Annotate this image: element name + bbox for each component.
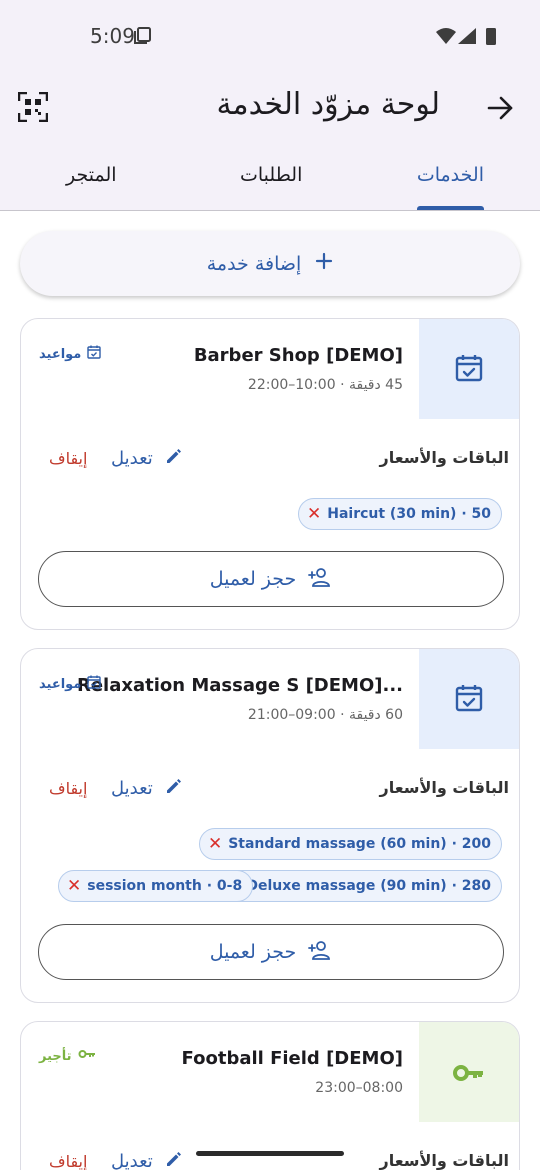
service-subtitle: 60 دقيقة · 09:00–21:00 bbox=[247, 707, 403, 723]
tab-store[interactable]: المتجر bbox=[66, 164, 117, 186]
package-chip-label: session month · 0-8 bbox=[87, 878, 243, 894]
service-subtitle: 08:00–23:00 bbox=[315, 1080, 403, 1096]
package-chip[interactable]: ✕ session month · 0-8 bbox=[58, 870, 254, 902]
book-for-client-button[interactable]: حجز لعميل bbox=[38, 551, 504, 607]
calendar-check-icon bbox=[455, 355, 483, 382]
key-icon bbox=[78, 1048, 96, 1064]
stop-button[interactable]: إيقاف bbox=[49, 1152, 87, 1170]
page-title: لوحة مزوّد الخدمة bbox=[216, 87, 440, 122]
back-arrow-icon[interactable] bbox=[486, 94, 514, 122]
pencil-icon bbox=[165, 447, 183, 470]
add-person-icon bbox=[308, 940, 332, 965]
wifi-icon bbox=[436, 28, 456, 44]
pencil-icon bbox=[165, 1150, 183, 1170]
service-type-label: مواعيد bbox=[39, 676, 82, 692]
service-type-icon-box bbox=[419, 649, 519, 749]
service-card: Football Field [DEMO] 08:00–23:00 تأجير … bbox=[20, 1021, 520, 1170]
book-label: حجز لعميل bbox=[209, 568, 297, 590]
package-chip[interactable]: ✕ Haircut (30 min) · 50 bbox=[297, 498, 502, 530]
status-time: 5:09 bbox=[90, 24, 135, 48]
edit-button[interactable]: تعديل bbox=[111, 1150, 183, 1170]
package-chip-label: Standard massage (60 min) · 200 bbox=[228, 836, 491, 852]
service-title: Relaxation Massage S [DEMO]... bbox=[76, 675, 403, 696]
edit-label: تعديل bbox=[111, 778, 153, 799]
status-icons bbox=[434, 26, 504, 52]
calendar-check-icon bbox=[455, 685, 483, 712]
service-type-tag: مواعيد bbox=[39, 675, 102, 693]
tab-bar: الخدمات الطلبات المتجر bbox=[0, 150, 540, 210]
packages-label: الباقات والأسعار bbox=[379, 778, 510, 797]
calendar-check-icon bbox=[87, 675, 102, 693]
tabs-divider bbox=[0, 210, 540, 211]
book-label: حجز لعميل bbox=[209, 941, 297, 963]
service-type-tag: تأجير bbox=[39, 1048, 96, 1064]
stop-button[interactable]: إيقاف bbox=[49, 449, 87, 468]
home-indicator[interactable] bbox=[196, 1151, 344, 1156]
calendar-check-icon bbox=[87, 345, 102, 363]
service-type-tag: مواعيد bbox=[39, 345, 102, 363]
stop-button[interactable]: إيقاف bbox=[49, 779, 87, 798]
remove-icon[interactable]: ✕ bbox=[208, 834, 222, 854]
qr-code-icon[interactable] bbox=[17, 91, 49, 123]
header-bar: لوحة مزوّد الخدمة bbox=[0, 72, 540, 144]
packages-label: الباقات والأسعار bbox=[379, 1151, 510, 1170]
edit-button[interactable]: تعديل bbox=[111, 777, 183, 800]
tab-services[interactable]: الخدمات bbox=[417, 164, 484, 186]
service-type-label: مواعيد bbox=[39, 346, 82, 362]
add-service-label: إضافة خدمة bbox=[206, 252, 302, 275]
signal-icon bbox=[458, 28, 476, 44]
edit-button[interactable]: تعديل bbox=[111, 447, 183, 470]
service-card: Barber Shop [DEMO] 45 دقيقة · 10:00–22:0… bbox=[20, 318, 520, 630]
tab-orders[interactable]: الطلبات bbox=[240, 164, 302, 186]
remove-icon[interactable]: ✕ bbox=[67, 876, 81, 896]
book-for-client-button[interactable]: حجز لعميل bbox=[38, 924, 504, 980]
edit-label: تعديل bbox=[111, 448, 153, 469]
edit-label: تعديل bbox=[111, 1151, 153, 1170]
plus-icon bbox=[315, 252, 333, 275]
screenshot-icon bbox=[134, 27, 152, 49]
service-title: Barber Shop [DEMO] bbox=[193, 345, 403, 366]
remove-icon[interactable]: ✕ bbox=[307, 504, 321, 524]
add-person-icon bbox=[308, 567, 332, 592]
package-chip[interactable]: ✕ Standard massage (60 min) · 200 bbox=[198, 828, 502, 860]
package-chip-label: Deluxe massage (90 min) · 280 bbox=[246, 878, 491, 894]
status-bar: 5:09 bbox=[0, 0, 540, 70]
package-chip-label: Haircut (30 min) · 50 bbox=[327, 506, 491, 522]
service-card: Relaxation Massage S [DEMO]... 60 دقيقة … bbox=[20, 648, 520, 1003]
service-type-icon-box bbox=[419, 1022, 519, 1122]
service-type-icon-box bbox=[419, 319, 519, 419]
packages-label: الباقات والأسعار bbox=[379, 448, 510, 467]
service-title: Football Field [DEMO] bbox=[181, 1048, 403, 1069]
battery-icon bbox=[486, 28, 496, 45]
add-service-button[interactable]: إضافة خدمة bbox=[20, 231, 520, 296]
package-chip[interactable]: ✕ Deluxe massage (90 min) · 280 bbox=[217, 870, 502, 902]
service-subtitle: 45 دقيقة · 10:00–22:00 bbox=[247, 377, 403, 393]
pencil-icon bbox=[165, 777, 183, 800]
service-type-label: تأجير bbox=[39, 1048, 72, 1064]
key-icon bbox=[453, 1065, 483, 1081]
